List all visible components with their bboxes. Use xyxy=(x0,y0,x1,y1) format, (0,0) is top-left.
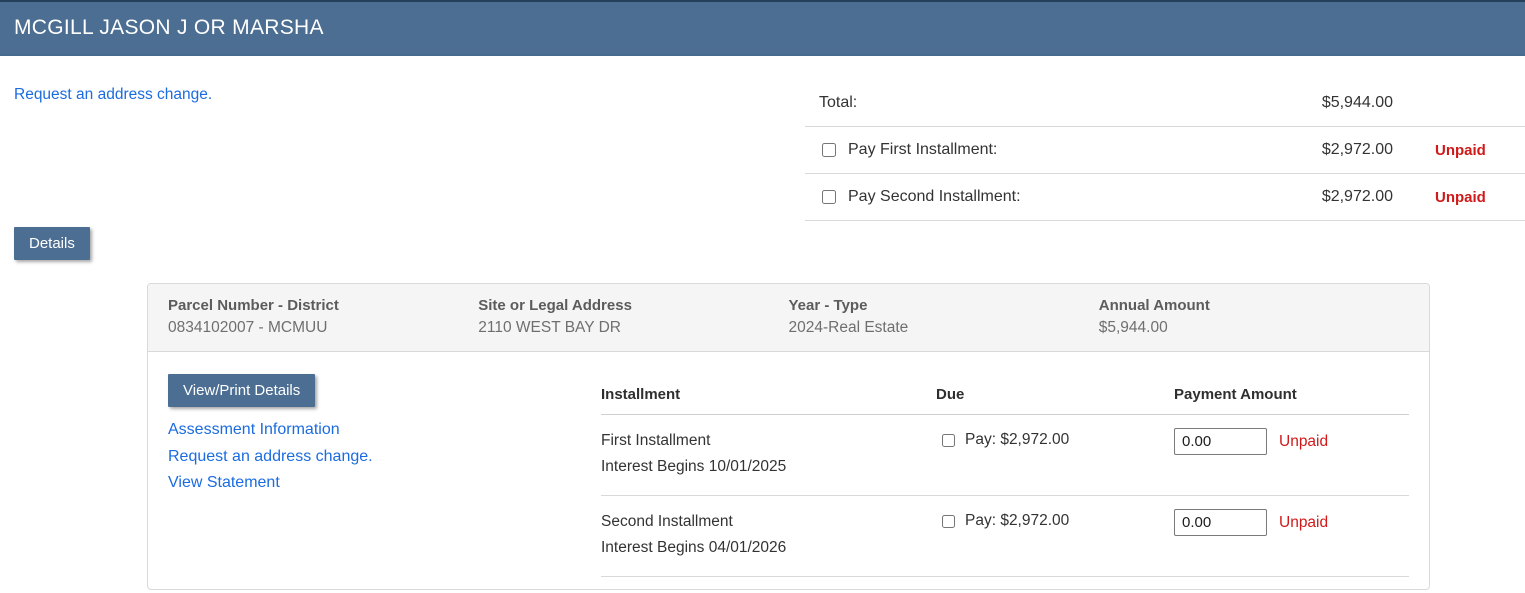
first-installment-unpaid-status: Unpaid xyxy=(1279,433,1329,450)
pay-second-installment-row: Pay Second Installment: $2,972.00 Unpaid xyxy=(805,174,1525,221)
first-installment-amount: $2,972.00 xyxy=(1321,141,1393,158)
annual-amount-column: Annual Amount $5,944.00 xyxy=(1099,297,1409,337)
view-statement-link[interactable]: View Statement xyxy=(168,470,601,497)
total-label: Total: xyxy=(819,94,858,111)
installments-table: Installment Due Payment Amount First Ins… xyxy=(601,374,1409,577)
second-installment-name-cell: Second Installment Interest Begins 04/01… xyxy=(601,509,936,561)
address-change-link[interactable]: Request an address change. xyxy=(14,86,805,104)
taxpayer-name-title: MCGILL JASON J OR MARSHA xyxy=(14,16,324,39)
parcel-details-body: View/Print Details Assessment Informatio… xyxy=(148,352,1429,577)
parcel-number-label: Parcel Number - District xyxy=(168,297,339,314)
parcel-details-panel: Parcel Number - District 0834102007 - MC… xyxy=(147,283,1430,590)
first-installment-table-row: First Installment Interest Begins 10/01/… xyxy=(601,415,1409,496)
second-installment-name: Second Installment xyxy=(601,513,733,530)
year-type-value: 2024-Real Estate xyxy=(788,319,909,336)
second-installment-payment-cell: Unpaid xyxy=(1174,509,1409,561)
due-column-header: Due xyxy=(936,386,965,403)
first-installment-interest-note: Interest Begins 10/01/2025 xyxy=(601,458,787,475)
second-installment-pay-label: Pay: $2,972.00 xyxy=(965,512,1070,529)
pay-second-installment-label: Pay Second Installment: xyxy=(848,188,1021,205)
parcel-number-value: 0834102007 - MCMUU xyxy=(168,319,328,336)
first-installment-name-cell: First Installment Interest Begins 10/01/… xyxy=(601,428,936,480)
assessment-information-link[interactable]: Assessment Information xyxy=(168,417,601,444)
second-installment-amount: $2,972.00 xyxy=(1321,188,1393,205)
first-installment-pay-label: Pay: $2,972.00 xyxy=(965,431,1070,448)
second-installment-interest-note: Interest Begins 04/01/2026 xyxy=(601,539,787,556)
pay-first-installment-checkbox[interactable] xyxy=(822,143,836,157)
payment-amount-column-header: Payment Amount xyxy=(1174,386,1297,403)
second-installment-payment-input[interactable] xyxy=(1174,509,1267,536)
first-installment-payment-input[interactable] xyxy=(1174,428,1267,455)
parcel-number-column: Parcel Number - District 0834102007 - MC… xyxy=(168,297,478,337)
installment-column-header: Installment xyxy=(601,386,681,403)
second-installment-pay-checkbox[interactable] xyxy=(942,515,955,528)
site-address-value: 2110 WEST BAY DR xyxy=(478,319,621,336)
pay-first-installment-label: Pay First Installment: xyxy=(848,141,998,158)
year-type-label: Year - Type xyxy=(788,297,868,314)
pay-second-installment-checkbox[interactable] xyxy=(822,190,836,204)
total-row: Total: $5,944.00 xyxy=(805,80,1525,127)
year-type-column: Year - Type 2024-Real Estate xyxy=(789,297,1099,337)
payment-summary-table: Total: $5,944.00 Pay First Installment: … xyxy=(805,80,1525,221)
annual-amount-label: Annual Amount xyxy=(1098,297,1210,314)
parcel-actions-column: View/Print Details Assessment Informatio… xyxy=(168,374,601,577)
installments-table-header: Installment Due Payment Amount xyxy=(601,374,1409,415)
address-change-link-panel[interactable]: Request an address change. xyxy=(168,444,601,471)
parcel-summary-header: Parcel Number - District 0834102007 - MC… xyxy=(148,284,1429,352)
first-installment-status-badge: Unpaid xyxy=(1435,141,1486,159)
site-address-label: Site or Legal Address xyxy=(478,297,632,314)
second-installment-unpaid-status: Unpaid xyxy=(1279,514,1329,531)
pay-first-installment-row: Pay First Installment: $2,972.00 Unpaid xyxy=(805,127,1525,174)
view-print-details-button[interactable]: View/Print Details xyxy=(168,374,316,407)
second-installment-status-badge: Unpaid xyxy=(1435,188,1486,206)
first-installment-due-cell: Pay: $2,972.00 xyxy=(936,428,1174,480)
first-installment-payment-cell: Unpaid xyxy=(1174,428,1409,480)
second-installment-table-row: Second Installment Interest Begins 04/01… xyxy=(601,496,1409,577)
first-installment-name: First Installment xyxy=(601,432,711,449)
site-address-column: Site or Legal Address 2110 WEST BAY DR xyxy=(478,297,788,337)
first-installment-pay-checkbox[interactable] xyxy=(942,434,955,447)
total-amount: $5,944.00 xyxy=(1321,94,1393,111)
annual-amount-value: $5,944.00 xyxy=(1098,319,1168,336)
details-button[interactable]: Details xyxy=(14,227,90,260)
top-row: Request an address change. Total: $5,944… xyxy=(0,56,1525,221)
parcel-links: Assessment Information Request an addres… xyxy=(168,417,601,497)
taxpayer-title-bar: MCGILL JASON J OR MARSHA xyxy=(0,0,1525,56)
second-installment-due-cell: Pay: $2,972.00 xyxy=(936,509,1174,561)
